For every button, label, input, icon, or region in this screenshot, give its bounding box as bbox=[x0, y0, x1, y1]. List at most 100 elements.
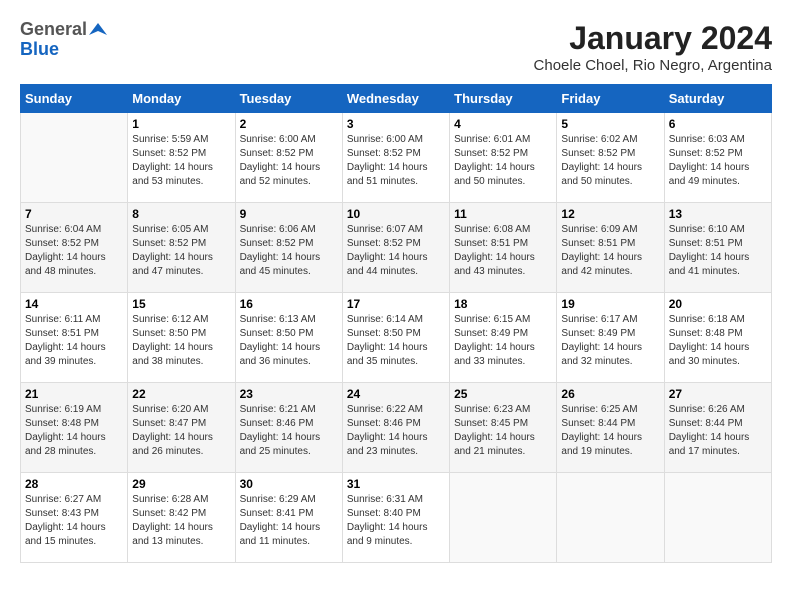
calendar-cell: 6 Sunrise: 6:03 AM Sunset: 8:52 PM Daylig… bbox=[664, 113, 771, 203]
cell-content: Sunrise: 6:09 AM Sunset: 8:51 PM Dayligh… bbox=[561, 223, 659, 279]
calendar-week-row: 14Sunrise: 6:11 AM Sunset: 8:51 PM Dayli… bbox=[21, 293, 772, 383]
calendar-cell: 12 Sunrise: 6:09 AM Sunset: 8:51 PM Dayli… bbox=[557, 203, 664, 293]
day-number: 23 bbox=[240, 387, 338, 401]
calendar-cell: 2Sunrise: 6:00 AM Sunset: 8:52 PM Daylig… bbox=[235, 113, 342, 203]
day-number: 3 bbox=[347, 117, 445, 131]
day-number: 15 bbox=[132, 297, 230, 311]
calendar-cell bbox=[450, 473, 557, 563]
calendar-cell: 15 Sunrise: 6:12 AM Sunset: 8:50 PM Dayli… bbox=[128, 293, 235, 383]
day-number: 18 bbox=[454, 297, 552, 311]
calendar-cell: 26 Sunrise: 6:25 AM Sunset: 8:44 PM Dayli… bbox=[557, 383, 664, 473]
calendar-cell: 9Sunrise: 6:06 AM Sunset: 8:52 PM Daylig… bbox=[235, 203, 342, 293]
day-number: 12 bbox=[561, 207, 659, 221]
cell-content: Sunrise: 6:19 AM Sunset: 8:48 PM Dayligh… bbox=[25, 403, 123, 459]
day-number: 14 bbox=[25, 297, 123, 311]
cell-content: Sunrise: 6:07 AM Sunset: 8:52 PM Dayligh… bbox=[347, 223, 445, 279]
day-number: 2 bbox=[240, 117, 338, 131]
day-number: 25 bbox=[454, 387, 552, 401]
calendar-cell: 19Sunrise: 6:17 AM Sunset: 8:49 PM Dayli… bbox=[557, 293, 664, 383]
header-tuesday: Tuesday bbox=[235, 85, 342, 113]
calendar-cell: 22Sunrise: 6:20 AM Sunset: 8:47 PM Dayli… bbox=[128, 383, 235, 473]
calendar-cell bbox=[557, 473, 664, 563]
calendar-cell: 14Sunrise: 6:11 AM Sunset: 8:51 PM Dayli… bbox=[21, 293, 128, 383]
cell-content: Sunrise: 6:25 AM Sunset: 8:44 PM Dayligh… bbox=[561, 403, 659, 459]
calendar-cell: 24 Sunrise: 6:22 AM Sunset: 8:46 PM Dayli… bbox=[342, 383, 449, 473]
calendar-week-row: 21Sunrise: 6:19 AM Sunset: 8:48 PM Dayli… bbox=[21, 383, 772, 473]
cell-content: Sunrise: 6:03 AM Sunset: 8:52 PM Dayligh… bbox=[669, 133, 767, 189]
day-number: 26 bbox=[561, 387, 659, 401]
page-header: General Blue January 2024 Choele Choel, … bbox=[20, 20, 772, 74]
calendar-week-row: 7 Sunrise: 6:04 AM Sunset: 8:52 PM Daylig… bbox=[21, 203, 772, 293]
calendar-cell: 11Sunrise: 6:08 AM Sunset: 8:51 PM Dayli… bbox=[450, 203, 557, 293]
day-number: 31 bbox=[347, 477, 445, 491]
day-number: 1 bbox=[132, 117, 230, 131]
calendar-cell: 3 Sunrise: 6:00 AM Sunset: 8:52 PM Daylig… bbox=[342, 113, 449, 203]
calendar-cell: 10 Sunrise: 6:07 AM Sunset: 8:52 PM Dayli… bbox=[342, 203, 449, 293]
calendar-title: January 2024 bbox=[534, 20, 772, 57]
cell-content: Sunrise: 6:00 AM Sunset: 8:52 PM Dayligh… bbox=[347, 133, 445, 189]
day-number: 4 bbox=[454, 117, 552, 131]
day-number: 8 bbox=[132, 207, 230, 221]
calendar-cell: 21Sunrise: 6:19 AM Sunset: 8:48 PM Dayli… bbox=[21, 383, 128, 473]
calendar-cell: 25 Sunrise: 6:23 AM Sunset: 8:45 PM Dayli… bbox=[450, 383, 557, 473]
day-number: 30 bbox=[240, 477, 338, 491]
day-number: 29 bbox=[132, 477, 230, 491]
calendar-cell: 23Sunrise: 6:21 AM Sunset: 8:46 PM Dayli… bbox=[235, 383, 342, 473]
day-number: 13 bbox=[669, 207, 767, 221]
cell-content: Sunrise: 6:15 AM Sunset: 8:49 PM Dayligh… bbox=[454, 313, 552, 369]
logo-blue: Blue bbox=[20, 40, 107, 60]
calendar-cell: 7 Sunrise: 6:04 AM Sunset: 8:52 PM Daylig… bbox=[21, 203, 128, 293]
day-number: 24 bbox=[347, 387, 445, 401]
cell-content: Sunrise: 6:23 AM Sunset: 8:45 PM Dayligh… bbox=[454, 403, 552, 459]
cell-content: Sunrise: 6:17 AM Sunset: 8:49 PM Dayligh… bbox=[561, 313, 659, 369]
calendar-body: 1 Sunrise: 5:59 AM Sunset: 8:52 PM Daylig… bbox=[21, 113, 772, 563]
day-number: 16 bbox=[240, 297, 338, 311]
calendar-cell: 20 Sunrise: 6:18 AM Sunset: 8:48 PM Dayli… bbox=[664, 293, 771, 383]
calendar-cell bbox=[21, 113, 128, 203]
calendar-header: SundayMondayTuesdayWednesdayThursdayFrid… bbox=[21, 85, 772, 113]
day-number: 5 bbox=[561, 117, 659, 131]
cell-content: Sunrise: 6:27 AM Sunset: 8:43 PM Dayligh… bbox=[25, 493, 123, 549]
logo-general: General bbox=[20, 20, 87, 40]
day-number: 7 bbox=[25, 207, 123, 221]
calendar-cell: 29 Sunrise: 6:28 AM Sunset: 8:42 PM Dayli… bbox=[128, 473, 235, 563]
cell-content: Sunrise: 6:13 AM Sunset: 8:50 PM Dayligh… bbox=[240, 313, 338, 369]
cell-content: Sunrise: 6:31 AM Sunset: 8:40 PM Dayligh… bbox=[347, 493, 445, 549]
title-block: January 2024 Choele Choel, Rio Negro, Ar… bbox=[534, 20, 772, 74]
calendar-cell: 13 Sunrise: 6:10 AM Sunset: 8:51 PM Dayli… bbox=[664, 203, 771, 293]
cell-content: Sunrise: 6:26 AM Sunset: 8:44 PM Dayligh… bbox=[669, 403, 767, 459]
day-number: 17 bbox=[347, 297, 445, 311]
day-number: 27 bbox=[669, 387, 767, 401]
cell-content: Sunrise: 6:06 AM Sunset: 8:52 PM Dayligh… bbox=[240, 223, 338, 279]
day-number: 10 bbox=[347, 207, 445, 221]
header-monday: Monday bbox=[128, 85, 235, 113]
calendar-cell: 16 Sunrise: 6:13 AM Sunset: 8:50 PM Dayli… bbox=[235, 293, 342, 383]
day-number: 6 bbox=[669, 117, 767, 131]
cell-content: Sunrise: 6:18 AM Sunset: 8:48 PM Dayligh… bbox=[669, 313, 767, 369]
calendar-cell: 28 Sunrise: 6:27 AM Sunset: 8:43 PM Dayli… bbox=[21, 473, 128, 563]
calendar-cell: 31 Sunrise: 6:31 AM Sunset: 8:40 PM Dayli… bbox=[342, 473, 449, 563]
logo-bird-icon bbox=[89, 21, 107, 39]
calendar-table: SundayMondayTuesdayWednesdayThursdayFrid… bbox=[20, 84, 772, 563]
logo: General Blue bbox=[20, 20, 107, 60]
day-number: 11 bbox=[454, 207, 552, 221]
cell-content: Sunrise: 6:10 AM Sunset: 8:51 PM Dayligh… bbox=[669, 223, 767, 279]
header-wednesday: Wednesday bbox=[342, 85, 449, 113]
cell-content: Sunrise: 5:59 AM Sunset: 8:52 PM Dayligh… bbox=[132, 133, 230, 189]
day-number: 20 bbox=[669, 297, 767, 311]
header-saturday: Saturday bbox=[664, 85, 771, 113]
calendar-cell bbox=[664, 473, 771, 563]
calendar-cell: 8Sunrise: 6:05 AM Sunset: 8:52 PM Daylig… bbox=[128, 203, 235, 293]
cell-content: Sunrise: 6:04 AM Sunset: 8:52 PM Dayligh… bbox=[25, 223, 123, 279]
cell-content: Sunrise: 6:01 AM Sunset: 8:52 PM Dayligh… bbox=[454, 133, 552, 189]
cell-content: Sunrise: 6:02 AM Sunset: 8:52 PM Dayligh… bbox=[561, 133, 659, 189]
cell-content: Sunrise: 6:29 AM Sunset: 8:41 PM Dayligh… bbox=[240, 493, 338, 549]
header-thursday: Thursday bbox=[450, 85, 557, 113]
cell-content: Sunrise: 6:12 AM Sunset: 8:50 PM Dayligh… bbox=[132, 313, 230, 369]
cell-content: Sunrise: 6:28 AM Sunset: 8:42 PM Dayligh… bbox=[132, 493, 230, 549]
calendar-week-row: 28 Sunrise: 6:27 AM Sunset: 8:43 PM Dayli… bbox=[21, 473, 772, 563]
cell-content: Sunrise: 6:22 AM Sunset: 8:46 PM Dayligh… bbox=[347, 403, 445, 459]
calendar-cell: 1 Sunrise: 5:59 AM Sunset: 8:52 PM Daylig… bbox=[128, 113, 235, 203]
calendar-cell: 17Sunrise: 6:14 AM Sunset: 8:50 PM Dayli… bbox=[342, 293, 449, 383]
day-number: 28 bbox=[25, 477, 123, 491]
